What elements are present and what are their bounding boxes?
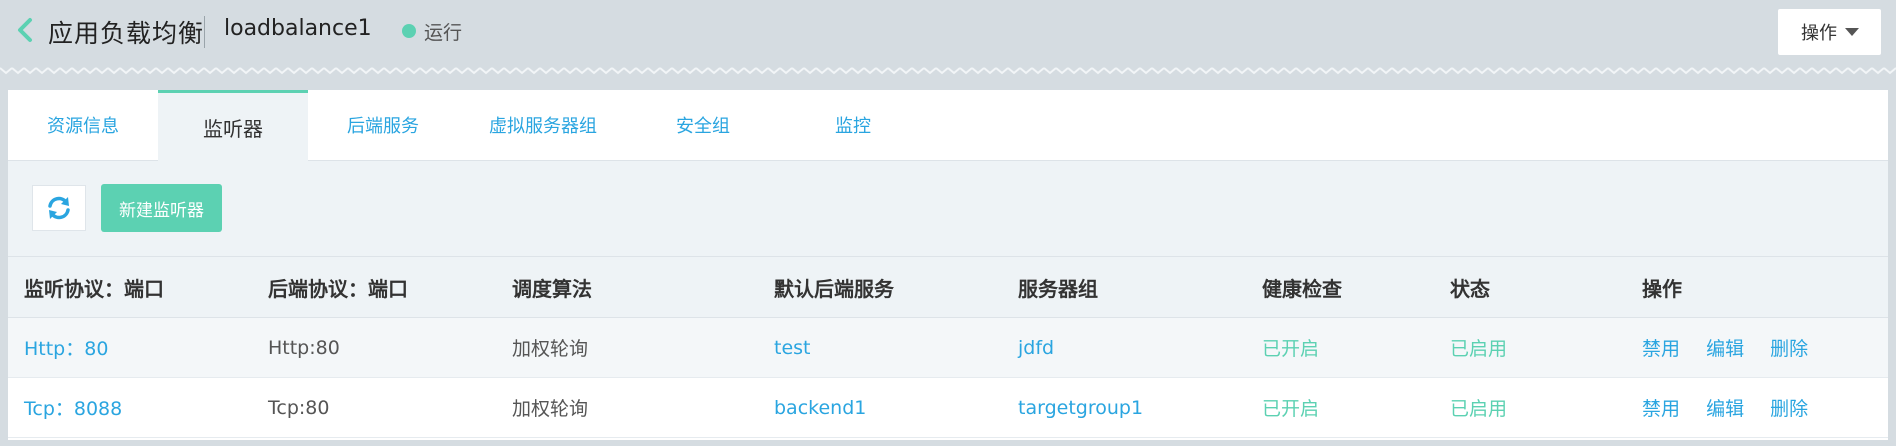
tab-security-groups[interactable]: 安全组 <box>628 90 778 160</box>
caret-down-icon <box>1845 28 1859 36</box>
title-divider <box>204 16 205 48</box>
column-header-server-group: 服务器组 <box>1018 276 1098 301</box>
actions-dropdown-button[interactable]: 操作 <box>1778 9 1881 55</box>
tab-bar: 资源信息 监听器 后端服务 虚拟服务器组 安全组 监控 <box>8 90 1888 161</box>
health-check-status: 已开启 <box>1262 338 1320 360</box>
listener-panel: 资源信息 监听器 后端服务 虚拟服务器组 安全组 监控 新建监听器 监听协议：端… <box>8 90 1888 440</box>
column-header-operations: 操作 <box>1642 276 1682 301</box>
health-check-status: 已开启 <box>1262 398 1320 420</box>
tab-monitoring[interactable]: 监控 <box>778 90 928 160</box>
table-row: Tcp：8088 Tcp:80 加权轮询 backend1 targetgrou… <box>8 377 1888 438</box>
status-text: 运行 <box>424 22 463 44</box>
server-group-link[interactable]: targetgroup1 <box>1018 397 1143 419</box>
listener-link[interactable]: Tcp：8088 <box>24 398 122 420</box>
header-divider <box>0 66 1896 76</box>
page-title: 应用负载均衡 <box>48 19 205 48</box>
status-indicator-dot <box>402 24 416 38</box>
delete-button[interactable]: 删除 <box>1770 338 1808 360</box>
listener-status: 已启用 <box>1450 398 1508 420</box>
default-backend-link[interactable]: test <box>774 337 811 359</box>
listener-status: 已启用 <box>1450 338 1508 360</box>
tab-resource-info[interactable]: 资源信息 <box>8 90 158 160</box>
refresh-button[interactable] <box>32 185 86 231</box>
column-header-default-backend: 默认后端服务 <box>774 276 894 301</box>
disable-button[interactable]: 禁用 <box>1642 338 1680 360</box>
column-header-health-check: 健康检查 <box>1262 276 1342 301</box>
listener-link[interactable]: Http：80 <box>24 338 108 360</box>
edit-button[interactable]: 编辑 <box>1706 338 1744 360</box>
table-row: Http：80 Http:80 加权轮询 test jdfd 已开启 已启用 禁… <box>8 317 1888 378</box>
column-header-listener: 监听协议：端口 <box>24 276 164 301</box>
table-header-row: 监听协议：端口 后端协议：端口 调度算法 默认后端服务 服务器组 健康检查 状态… <box>8 256 1888 318</box>
delete-button[interactable]: 删除 <box>1770 398 1808 420</box>
algorithm: 加权轮询 <box>512 398 589 420</box>
actions-dropdown-label: 操作 <box>1801 23 1837 44</box>
back-arrow-icon[interactable] <box>14 16 36 44</box>
refresh-icon <box>48 196 70 220</box>
page-header: 应用负载均衡 loadbalance1 运行 操作 <box>0 0 1896 68</box>
instance-name: loadbalance1 <box>224 16 372 41</box>
edit-button[interactable]: 编辑 <box>1706 398 1744 420</box>
tab-listeners[interactable]: 监听器 <box>158 90 308 161</box>
column-header-backend-protocol: 后端协议：端口 <box>268 276 408 301</box>
listener-toolbar: 新建监听器 <box>8 161 1888 256</box>
tab-virtual-server-groups[interactable]: 虚拟服务器组 <box>458 90 628 160</box>
column-header-algorithm: 调度算法 <box>512 276 592 301</box>
backend-protocol: Tcp:80 <box>268 396 330 419</box>
listener-table: 监听协议：端口 后端协议：端口 调度算法 默认后端服务 服务器组 健康检查 状态… <box>8 256 1888 438</box>
backend-protocol: Http:80 <box>268 336 340 359</box>
disable-button[interactable]: 禁用 <box>1642 398 1680 420</box>
algorithm: 加权轮询 <box>512 338 589 360</box>
tab-backend-services[interactable]: 后端服务 <box>308 90 458 160</box>
default-backend-link[interactable]: backend1 <box>774 397 866 419</box>
server-group-link[interactable]: jdfd <box>1018 337 1054 359</box>
create-listener-button[interactable]: 新建监听器 <box>101 184 222 232</box>
column-header-status: 状态 <box>1450 276 1490 301</box>
